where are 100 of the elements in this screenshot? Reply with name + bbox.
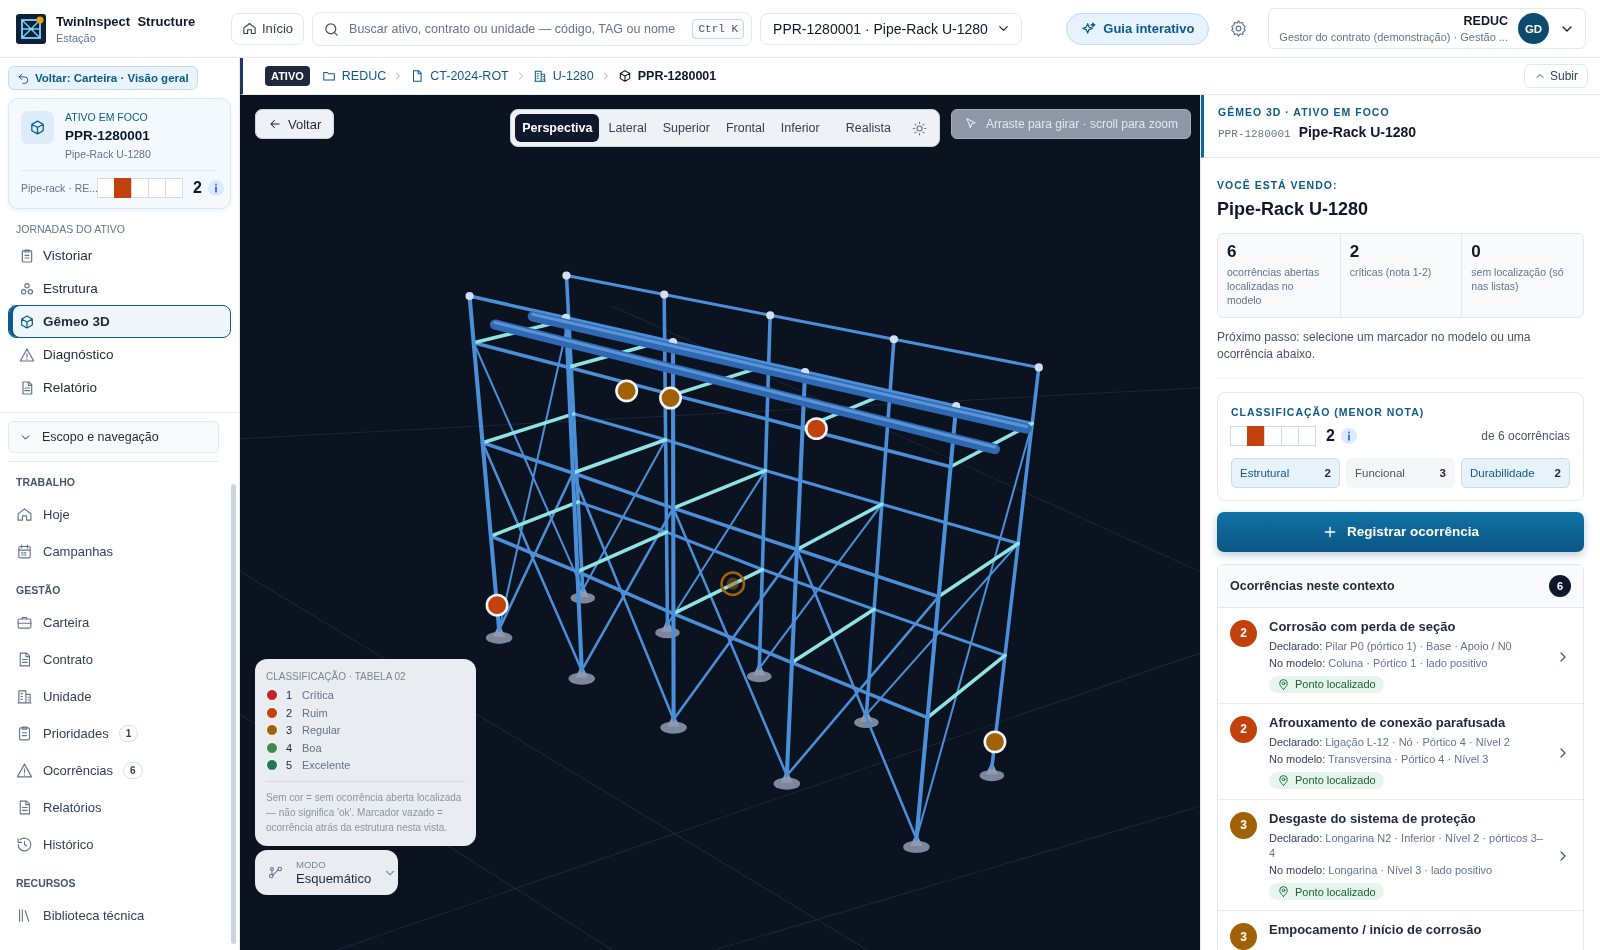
occurrence-item[interactable]: 3 Desgaste do sistema de proteção Declarado: Longarina N2 · Inferior · Nível 2 · pórticos 3–4 No modelo: Longarina · Nível 3 · lado positivo Ponto localizado [1218,799,1583,912]
view-tab[interactable]: Frontal [718,114,772,142]
info-icon[interactable] [1340,427,1357,444]
nav-item[interactable]: Vistoriar [8,239,231,272]
back-button[interactable]: Voltar [255,109,335,139]
user-menu[interactable]: REDUC Gestor do contrato (demonstração) · Gestão ... GD [1268,8,1586,49]
home-button[interactable]: Início [231,12,305,45]
clipboard-icon [16,725,33,742]
view-tab[interactable]: Perspectiva [515,114,600,142]
nav-item[interactable]: Unidade [8,678,231,715]
grade-number: 2 [286,706,294,719]
grade-badge: 3 [1230,923,1257,950]
status-tag: Ponto localizado [1269,771,1384,789]
back-link[interactable]: Voltar: Carteira · Visão geral [8,66,198,90]
nav-item[interactable]: Contrato [8,641,231,678]
nav-item[interactable]: Hoje [8,496,231,533]
section-caption: VOCÊ ESTÁ VENDO: [1217,179,1339,191]
history-icon [16,836,33,853]
nav-item[interactable]: Relatórios [8,789,231,826]
asset-code: PPR-1280001 [65,128,151,143]
calendar-icon [16,543,33,560]
guide-button[interactable]: Guia interativo [1066,12,1210,45]
stat-label: críticas (nota 1-2) [1349,265,1433,280]
home-icon [16,506,33,523]
grade-badge: 2 [1230,715,1257,743]
scrollbar[interactable] [231,484,236,944]
view-tab[interactable]: Lateral [601,114,654,142]
building-icon [16,688,33,705]
nodes-icon [19,280,35,297]
up-button[interactable]: Subir [1524,64,1588,88]
back-arrow-icon [17,71,30,85]
user-role: Gestor do contrato (demonstração) · Gestão ... [1279,31,1508,43]
briefcase-icon [16,614,33,631]
rating-value: 2 [193,179,202,197]
view-tab[interactable]: Superior [655,114,717,142]
section-heading: RECURSOS [16,877,77,889]
status-tag: Ponto localizado [1269,883,1384,901]
focus-caption: ATIVO EM FOCO [65,111,149,123]
nodegraph-icon [267,864,284,881]
settings-icon[interactable] [1229,19,1249,38]
category-chip[interactable]: Estrutural 2 [1231,457,1340,488]
occurrence-item[interactable]: 2 Corrosão com perda de seção Declarado: Pilar P0 (pórtico 1) · Base · Apoio / N0 No modelo: Coluna · Pórtico 1 · lado positivo Ponto localizado [1218,607,1583,704]
document-icon [19,379,35,396]
nav-item[interactable]: Histórico [8,826,231,863]
app-title: TwinInspect Structure [56,13,197,29]
info-icon[interactable] [207,180,224,196]
pipe-rack-drawing[interactable] [465,271,1043,854]
breadcrumb-link[interactable]: CT-2024-ROT [410,69,509,83]
cube-icon [19,313,35,330]
grade-badge: 2 [1230,619,1257,647]
mode-dropdown[interactable]: MODO Esquemático [255,850,398,895]
breadcrumb-link[interactable]: REDUC [321,69,387,83]
view-tab[interactable]: Realista [838,114,898,142]
grade-label: Crítica [302,689,334,702]
viewing-title: Pipe-Rack U-1280 [1217,199,1370,220]
section-heading: TRABALHO [16,476,76,488]
occurrence-item[interactable]: 2 Afrouxamento de conexão parafusada Declarado: Ligação L-12 · Nó · Pórtico 4 · Nível 2 No modelo: Transversina · Pórtico 4 · Nível 3 Ponto localizado [1218,703,1583,800]
asset-dropdown[interactable]: PPR-1280001 · Pipe-Rack U-1280 [760,12,1022,45]
grade-number: 3 [286,724,294,737]
warning-icon [16,762,33,779]
stat-label: ocorrências abertas localizadas no modelo [1227,265,1321,308]
nav-item[interactable]: Carteira [8,604,231,641]
breadcrumb-link[interactable]: U-1280 [532,69,594,83]
register-button[interactable]: Registrar ocorrência [1217,511,1584,552]
sparkle-icon [1081,20,1098,37]
shortcut-hint: Ctrl K [692,18,745,39]
cube-icon [617,69,632,83]
view-tab[interactable]: Inferior [773,114,827,142]
occurrence-item[interactable]: 3 Empocamento / início de corrosão [1218,911,1583,950]
nav-item[interactable]: Biblioteca técnica [8,897,231,934]
category-chip[interactable]: Funcional 3 [1346,457,1455,488]
folder-icon [321,69,336,83]
nav-item[interactable]: Estrutura [8,272,231,305]
category-chip[interactable]: Durabilidade 2 [1461,457,1570,488]
breadcrumb-link[interactable]: PPR-1280001 [617,69,717,83]
occurrence-title: Afrouxamento de conexão parafusada [1269,714,1507,730]
sun-icon[interactable] [911,120,927,136]
declared-text: Declarado: Longarina N2 · Inferior · Nível 2 · pórticos 3–4 [1269,830,1543,862]
location-pin-icon [1277,677,1290,691]
building-icon [532,69,547,83]
search-icon [323,20,341,38]
next-step-text: Próximo passo: selecione um marcador no modelo ou uma ocorrência abaixo. [1217,329,1584,379]
occurrence-title: Desgaste do sistema de proteção [1269,810,1477,826]
nav-item[interactable]: Ocorrências 6 [8,752,231,789]
nav-item[interactable]: Campanhas [8,533,231,570]
nav-item[interactable]: Relatório [8,371,231,404]
scope-toggle[interactable]: Escopo e navegação [8,421,219,453]
nav-item[interactable]: Diagnóstico [8,338,231,371]
rotate-hint: Arraste para girar · scroll para zoom [950,109,1191,139]
occurrence-title: Corrosão com perda de seção [1269,618,1457,634]
legend-note: Sem cor = sem ocorrência aberta localizada — não significa 'ok'. Marcador vazado = ocorrência atrás da estrutura nesta vista. [266,781,465,835]
mode-caption: MODO [296,859,327,870]
stat-label: sem localização (só nas listas) [1471,265,1565,294]
asset-name: Pipe-Rack U-1280 [1298,124,1417,140]
location-pin-icon [1277,773,1290,787]
warning-icon [19,346,35,363]
grade-label: Excelente [302,759,351,772]
nav-item[interactable]: Gêmeo 3D [8,305,231,338]
mode-value: Esquemático [296,871,372,886]
nav-item[interactable]: Prioridades 1 [8,715,231,752]
